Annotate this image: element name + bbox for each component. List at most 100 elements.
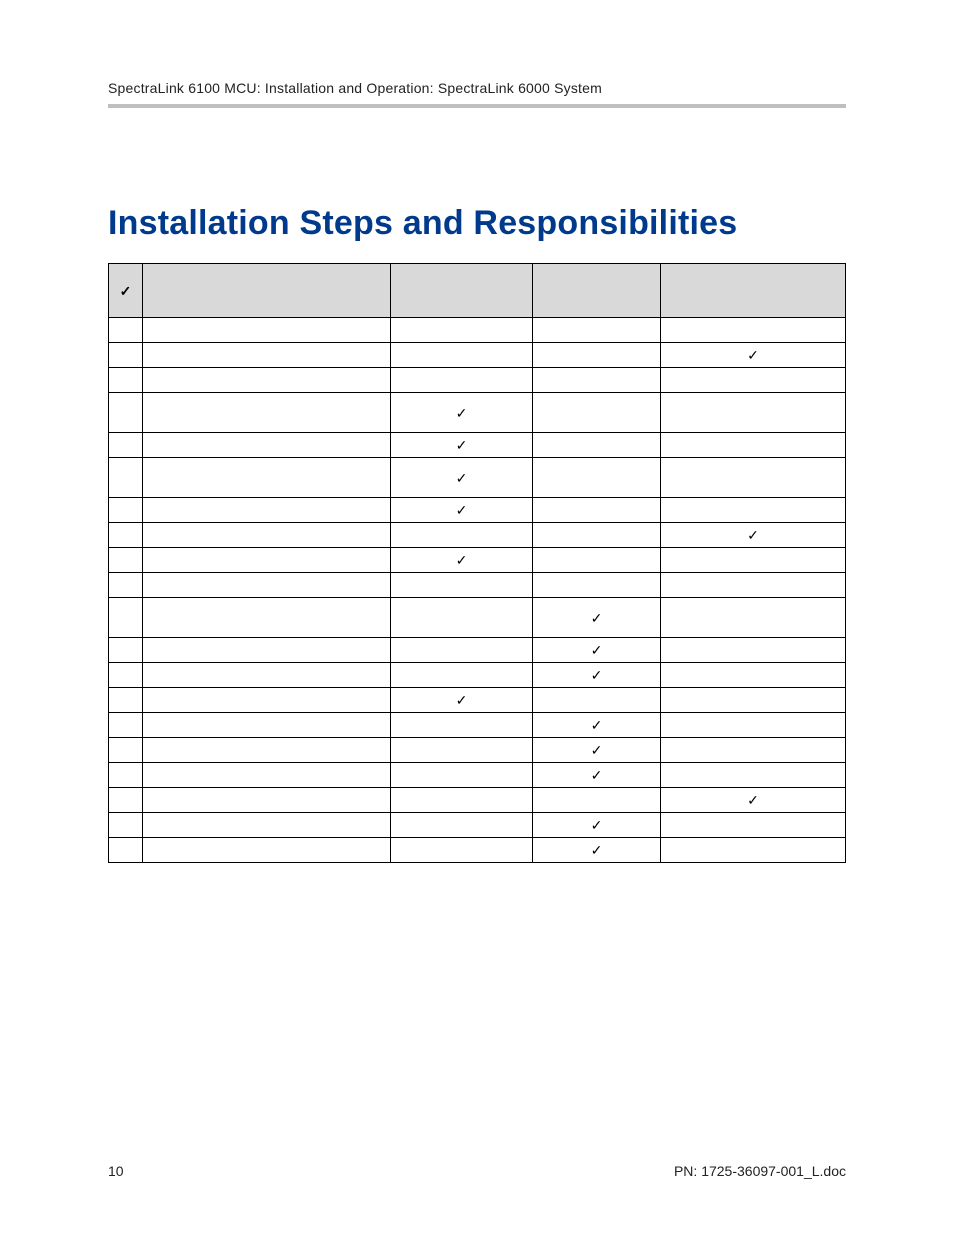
row-check-cell bbox=[109, 713, 143, 738]
check-icon: ✓ bbox=[120, 283, 132, 299]
row-mark-cell bbox=[661, 393, 846, 433]
row-mark-cell bbox=[391, 368, 533, 393]
row-desc-cell bbox=[143, 548, 391, 573]
row-desc-cell bbox=[143, 573, 391, 598]
row-mark-cell: ✓ bbox=[391, 498, 533, 523]
table-row: ✓ bbox=[109, 688, 846, 713]
row-mark-cell bbox=[661, 663, 846, 688]
row-mark-cell bbox=[533, 498, 661, 523]
row-mark-cell bbox=[391, 813, 533, 838]
page-title: Installation Steps and Responsibilities bbox=[108, 204, 846, 243]
row-desc-cell bbox=[143, 318, 391, 343]
row-mark-cell: ✓ bbox=[391, 393, 533, 433]
check-icon: ✓ bbox=[456, 502, 468, 518]
row-check-cell bbox=[109, 523, 143, 548]
table-row: ✓ bbox=[109, 598, 846, 638]
table-row bbox=[109, 573, 846, 598]
row-desc-cell bbox=[143, 663, 391, 688]
table-row: ✓ bbox=[109, 548, 846, 573]
row-mark-cell bbox=[533, 523, 661, 548]
row-desc-cell bbox=[143, 788, 391, 813]
row-mark-cell bbox=[391, 318, 533, 343]
table-head: ✓ bbox=[109, 264, 846, 318]
row-check-cell bbox=[109, 788, 143, 813]
check-icon: ✓ bbox=[456, 552, 468, 568]
row-check-cell bbox=[109, 433, 143, 458]
check-icon: ✓ bbox=[456, 470, 468, 486]
row-mark-cell bbox=[533, 393, 661, 433]
row-mark-cell bbox=[661, 598, 846, 638]
header-rule bbox=[108, 104, 846, 108]
check-icon: ✓ bbox=[747, 527, 759, 543]
row-check-cell bbox=[109, 393, 143, 433]
row-check-cell bbox=[109, 548, 143, 573]
row-mark-cell bbox=[391, 738, 533, 763]
row-mark-cell bbox=[661, 813, 846, 838]
row-desc-cell bbox=[143, 498, 391, 523]
check-icon: ✓ bbox=[747, 792, 759, 808]
row-mark-cell bbox=[391, 638, 533, 663]
row-desc-cell bbox=[143, 763, 391, 788]
row-mark-cell bbox=[661, 433, 846, 458]
row-desc-cell bbox=[143, 393, 391, 433]
row-mark-cell bbox=[391, 343, 533, 368]
check-icon: ✓ bbox=[591, 767, 603, 783]
col-3 bbox=[533, 264, 661, 318]
row-mark-cell bbox=[533, 788, 661, 813]
table-row: ✓ bbox=[109, 788, 846, 813]
row-check-cell bbox=[109, 598, 143, 638]
row-mark-cell bbox=[661, 713, 846, 738]
table-row: ✓ bbox=[109, 763, 846, 788]
row-desc-cell bbox=[143, 688, 391, 713]
table-row: ✓ bbox=[109, 663, 846, 688]
col-2 bbox=[391, 264, 533, 318]
row-mark-cell: ✓ bbox=[391, 433, 533, 458]
row-mark-cell: ✓ bbox=[533, 638, 661, 663]
check-icon: ✓ bbox=[591, 717, 603, 733]
row-mark-cell bbox=[661, 318, 846, 343]
check-icon: ✓ bbox=[456, 692, 468, 708]
row-desc-cell bbox=[143, 343, 391, 368]
row-mark-cell: ✓ bbox=[533, 738, 661, 763]
row-check-cell bbox=[109, 498, 143, 523]
row-desc-cell bbox=[143, 458, 391, 498]
table-row: ✓ bbox=[109, 498, 846, 523]
table-body: ✓✓✓✓✓✓✓✓✓✓✓✓✓✓✓✓✓ bbox=[109, 318, 846, 863]
table-row bbox=[109, 318, 846, 343]
table-row: ✓ bbox=[109, 343, 846, 368]
row-mark-cell bbox=[391, 838, 533, 863]
row-mark-cell bbox=[661, 838, 846, 863]
row-check-cell bbox=[109, 458, 143, 498]
row-check-cell bbox=[109, 343, 143, 368]
row-mark-cell bbox=[533, 343, 661, 368]
row-check-cell bbox=[109, 763, 143, 788]
row-mark-cell bbox=[391, 788, 533, 813]
row-mark-cell bbox=[533, 688, 661, 713]
row-check-cell bbox=[109, 838, 143, 863]
page: SpectraLink 6100 MCU: Installation and O… bbox=[0, 0, 954, 1235]
row-mark-cell bbox=[533, 368, 661, 393]
row-mark-cell bbox=[533, 318, 661, 343]
row-desc-cell bbox=[143, 433, 391, 458]
row-check-cell bbox=[109, 738, 143, 763]
check-icon: ✓ bbox=[456, 405, 468, 421]
responsibilities-table: ✓ ✓✓✓✓✓✓✓✓✓✓✓✓✓✓✓✓✓ bbox=[108, 263, 846, 863]
row-mark-cell: ✓ bbox=[533, 663, 661, 688]
row-desc-cell bbox=[143, 838, 391, 863]
row-mark-cell bbox=[661, 368, 846, 393]
row-mark-cell bbox=[533, 433, 661, 458]
row-mark-cell: ✓ bbox=[533, 763, 661, 788]
row-mark-cell bbox=[391, 598, 533, 638]
row-mark-cell bbox=[391, 573, 533, 598]
footer: 10 PN: 1725-36097-001_L.doc bbox=[108, 1163, 846, 1179]
row-mark-cell: ✓ bbox=[533, 713, 661, 738]
row-mark-cell bbox=[661, 738, 846, 763]
row-mark-cell: ✓ bbox=[391, 688, 533, 713]
row-mark-cell bbox=[391, 663, 533, 688]
row-mark-cell: ✓ bbox=[391, 548, 533, 573]
row-check-cell bbox=[109, 573, 143, 598]
row-mark-cell: ✓ bbox=[661, 788, 846, 813]
row-mark-cell bbox=[533, 573, 661, 598]
table-row: ✓ bbox=[109, 393, 846, 433]
table-row: ✓ bbox=[109, 458, 846, 498]
